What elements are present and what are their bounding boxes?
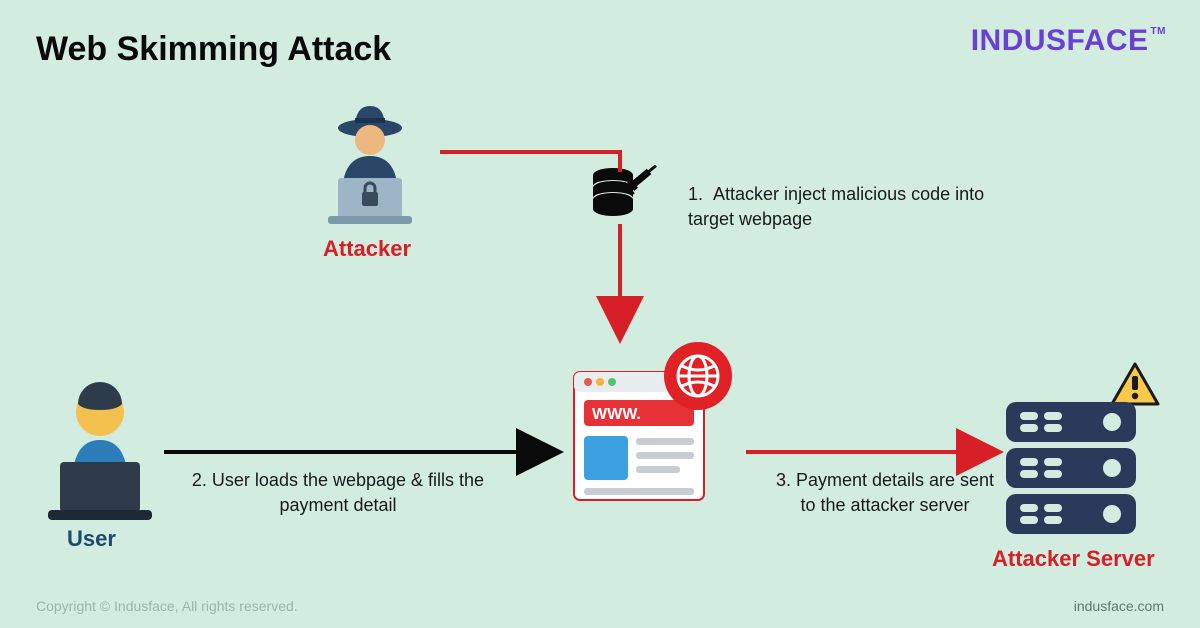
webpage-icon: WWW. — [560, 340, 740, 520]
brand-logo: INDUSFACETM — [971, 24, 1164, 58]
server-icon — [1000, 360, 1170, 540]
step-1-prefix: 1. — [688, 184, 703, 204]
step-1-text: Attacker inject malicious code into targ… — [688, 184, 984, 229]
user-icon — [30, 376, 170, 526]
user-label: User — [67, 526, 116, 552]
brand-tm: TM — [1151, 26, 1166, 37]
server-label: Attacker Server — [992, 546, 1155, 572]
step-1: 1. Attacker inject malicious code into t… — [688, 182, 988, 232]
step-2: 2. User loads the webpage & fills the pa… — [168, 468, 508, 518]
attacker-icon — [300, 96, 440, 236]
page-title: Web Skimming Attack — [36, 30, 391, 69]
site-text: indusface.com — [1074, 598, 1164, 614]
injection-icon — [588, 165, 658, 225]
attacker-label: Attacker — [323, 236, 411, 262]
brand-text: INDUSFACE — [971, 24, 1149, 57]
step-3: 3. Payment details are sent to the attac… — [770, 468, 1000, 518]
copyright-text: Copyright © Indusface, All rights reserv… — [36, 598, 298, 614]
svg-text:WWW.: WWW. — [592, 406, 641, 423]
